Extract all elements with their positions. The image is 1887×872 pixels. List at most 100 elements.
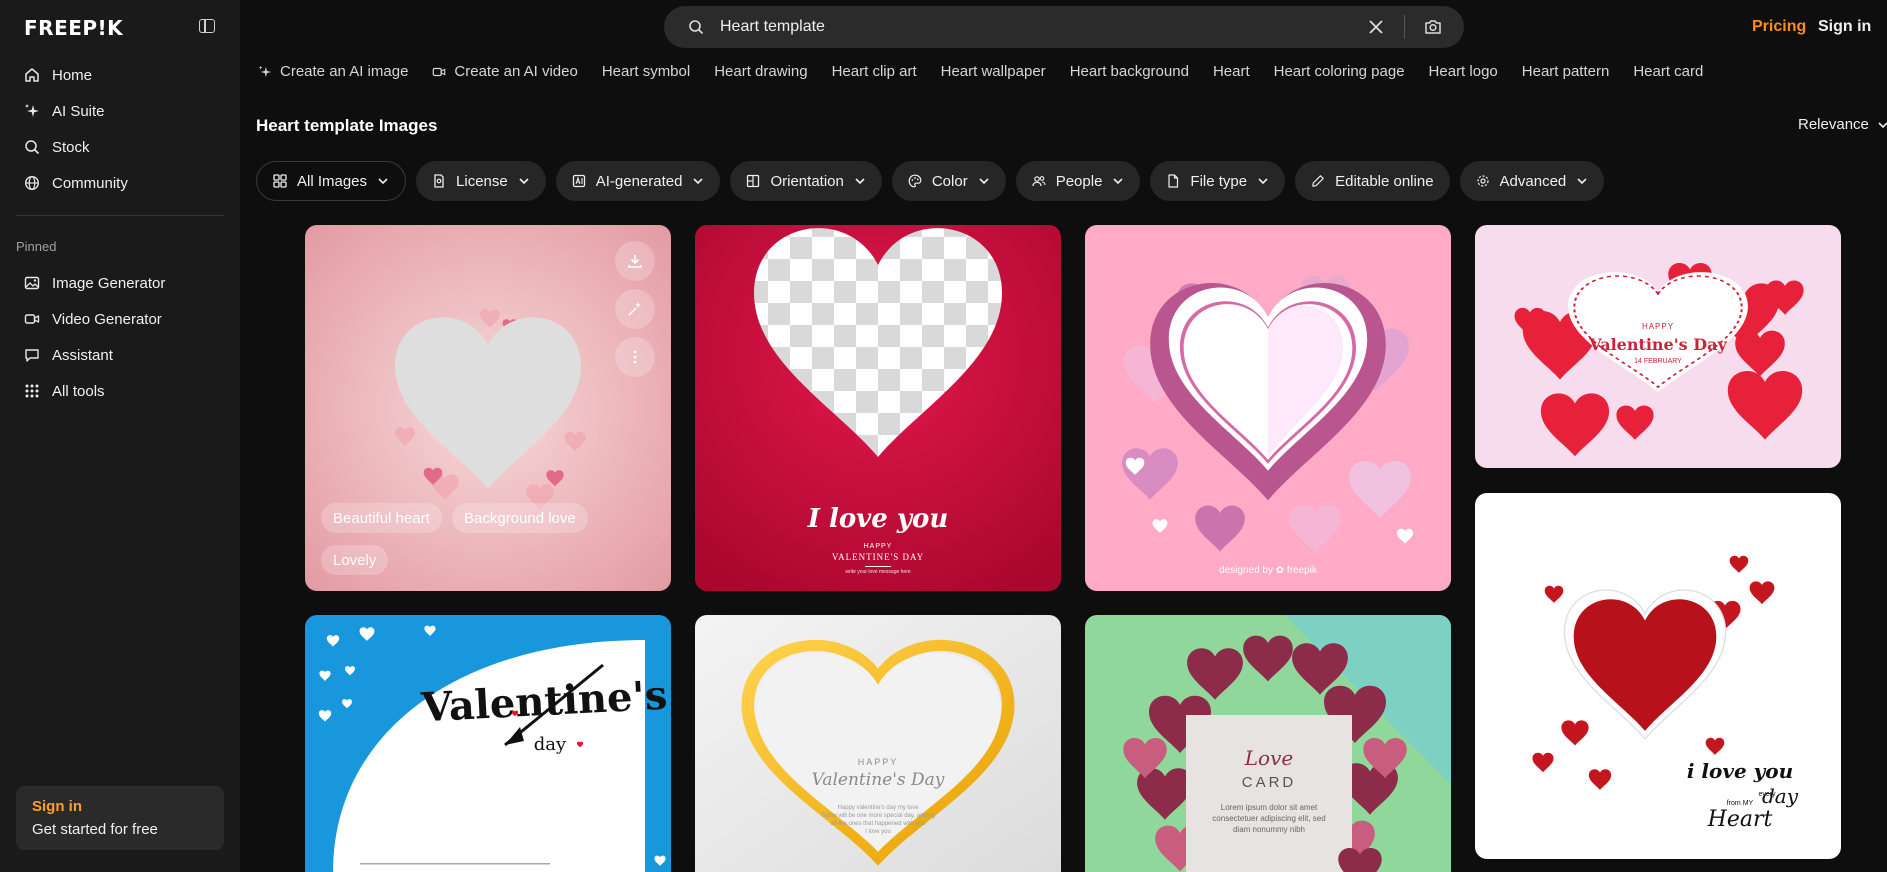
tag-chip[interactable]: Lovely (321, 545, 389, 575)
suggestion-heart-wallpaper[interactable]: Heart wallpaper (941, 63, 1046, 80)
search-bar (664, 6, 1464, 48)
filter-ai-generated[interactable]: AI-generated (555, 161, 721, 201)
sidebar-item-label: Stock (52, 138, 90, 156)
suggestion-create-ai-image[interactable]: Create an AI image (258, 63, 408, 80)
card-text: Today will be one more special day, amon… (821, 813, 935, 819)
card-text: diam nonummy nibh (1233, 825, 1305, 834)
sidebar-item-image-generator[interactable]: Image Generator (16, 265, 224, 301)
card-text: HAPPY (864, 543, 893, 550)
people-icon (1032, 176, 1046, 187)
chevron-down-icon (1577, 178, 1587, 185)
suggestion-heart-symbol[interactable]: Heart symbol (602, 63, 690, 80)
sidebar-signin-link[interactable]: Sign in (32, 798, 208, 815)
filter-orientation[interactable]: Orientation (730, 161, 882, 201)
image-card[interactable]: HAPPY Valentine's Day 14 FEBRUARY (1475, 225, 1841, 468)
chat-icon (25, 349, 39, 362)
image-card[interactable]: Beautiful heart Background love Lovely (305, 225, 671, 591)
settings-icon (1476, 175, 1489, 187)
heart-cutout-image (305, 225, 671, 591)
pinned-nav: Image Generator Video Generator Assistan… (16, 265, 224, 409)
more-vertical-icon (633, 350, 637, 364)
love-card-image: Love CARD Lorem ipsum dolor sit amet con… (1085, 615, 1451, 872)
tag-chip[interactable]: Background love (452, 503, 588, 533)
filter-license[interactable]: License (416, 161, 546, 201)
sidebar: FREEP!K Home AI Suite Stock Community Pi… (0, 0, 240, 872)
sidebar-item-video-generator[interactable]: Video Generator (16, 301, 224, 337)
camera-search-icon[interactable] (1424, 18, 1442, 36)
sidebar-item-label: Assistant (52, 346, 113, 364)
image-card[interactable]: Valentine's day (305, 615, 671, 872)
sort-dropdown[interactable]: Relevance (1798, 116, 1887, 133)
filter-people[interactable]: People (1015, 161, 1141, 201)
sidebar-item-label: All tools (52, 382, 105, 400)
card-text: I love you (807, 504, 949, 534)
palette-icon (908, 174, 922, 188)
image-card[interactable]: Love CARD Lorem ipsum dolor sit amet con… (1085, 615, 1451, 872)
chevron-down-icon (519, 178, 529, 185)
filter-all-images[interactable]: All Images (256, 161, 407, 201)
suggestion-heart-logo[interactable]: Heart logo (1429, 63, 1498, 80)
image-card[interactable]: designed by ✿ freepik (1085, 225, 1451, 591)
suggestion-heart-clip-art[interactable]: Heart clip art (832, 63, 917, 80)
sidebar-item-all-tools[interactable]: All tools (16, 373, 224, 409)
card-text: Lorem ipsum dolor sit amet (1221, 803, 1318, 812)
card-text: HAPPY (1642, 322, 1674, 331)
valentines-day-card-image: Valentine's day (305, 615, 671, 872)
magic-wand-icon (628, 302, 641, 316)
sidebar-item-ai-suite[interactable]: AI Suite (16, 93, 224, 129)
file-icon (1168, 174, 1179, 188)
pinned-heading: Pinned (16, 239, 57, 254)
suggestion-heart-drawing[interactable]: Heart drawing (714, 63, 807, 80)
sidebar-item-stock[interactable]: Stock (16, 129, 224, 165)
tag-chip[interactable]: Beautiful heart (321, 503, 442, 533)
search-input[interactable] (720, 6, 1320, 48)
image-card[interactable]: i love you every day from MY Heart (1475, 493, 1841, 859)
orientation-icon (747, 174, 760, 188)
valentines-red-hearts-image: HAPPY Valentine's Day 14 FEBRUARY (1475, 225, 1841, 468)
card-text: Love (1244, 746, 1293, 770)
sidebar-toggle-icon[interactable] (199, 19, 215, 33)
image-card[interactable]: HAPPY Valentine's Day Happy valentine's … (695, 615, 1061, 872)
red-heart-love-image: i love you every day from MY Heart (1475, 493, 1841, 859)
suggestion-create-ai-video[interactable]: Create an AI video (432, 63, 578, 80)
suggestion-heart-pattern[interactable]: Heart pattern (1522, 63, 1610, 80)
card-text: Heart (1707, 807, 1773, 832)
sidebar-item-assistant[interactable]: Assistant (16, 337, 224, 373)
video-icon (24, 314, 40, 324)
pricing-link[interactable]: Pricing (1752, 18, 1806, 36)
chevron-down-icon (1113, 178, 1123, 185)
grid-icon (25, 384, 39, 398)
freepik-logo[interactable]: FREEP!K (24, 16, 123, 40)
suggestion-heart-coloring-page[interactable]: Heart coloring page (1274, 63, 1405, 80)
filter-color[interactable]: Color (891, 161, 1006, 201)
header-signin-link[interactable]: Sign in (1818, 18, 1871, 36)
filter-file-type[interactable]: File type (1150, 161, 1286, 201)
suggestion-heart[interactable]: Heart (1213, 63, 1250, 80)
card-text: day (534, 734, 567, 755)
ai-edit-button[interactable] (615, 289, 655, 329)
card-text: Valentine's Day (812, 770, 945, 790)
filter-editable-online[interactable]: Editable online (1295, 161, 1450, 201)
sidebar-item-home[interactable]: Home (16, 57, 224, 93)
card-text: Happy valentine's day my love (838, 805, 920, 811)
suggestion-heart-background[interactable]: Heart background (1070, 63, 1189, 80)
sidebar-item-label: Video Generator (52, 310, 162, 328)
more-options-button[interactable] (615, 337, 655, 377)
filter-advanced[interactable]: Advanced (1459, 161, 1605, 201)
clear-search-icon[interactable] (1368, 19, 1384, 35)
golden-heart-frame-image: HAPPY Valentine's Day Happy valentine's … (695, 615, 1061, 872)
chevron-down-icon (855, 178, 865, 185)
card-text: designed by ✿ freepik (1219, 565, 1318, 576)
sidebar-divider (16, 215, 224, 216)
sidebar-item-label: Home (52, 66, 93, 84)
sidebar-item-community[interactable]: Community (16, 165, 224, 201)
suggestion-heart-card[interactable]: Heart card (1633, 63, 1703, 80)
card-text: consectetuer adipiscing elit, sed (1212, 814, 1325, 823)
image-card[interactable]: I love you HAPPY VALENTINE'S DAY write y… (695, 225, 1061, 591)
sidebar-signin-card[interactable]: Sign in Get started for free (16, 786, 224, 850)
card-text: HAPPY (858, 757, 899, 767)
chevron-down-icon (378, 178, 388, 185)
download-button[interactable] (615, 241, 655, 281)
card-text: day (1762, 784, 1799, 808)
image-icon (24, 276, 40, 290)
